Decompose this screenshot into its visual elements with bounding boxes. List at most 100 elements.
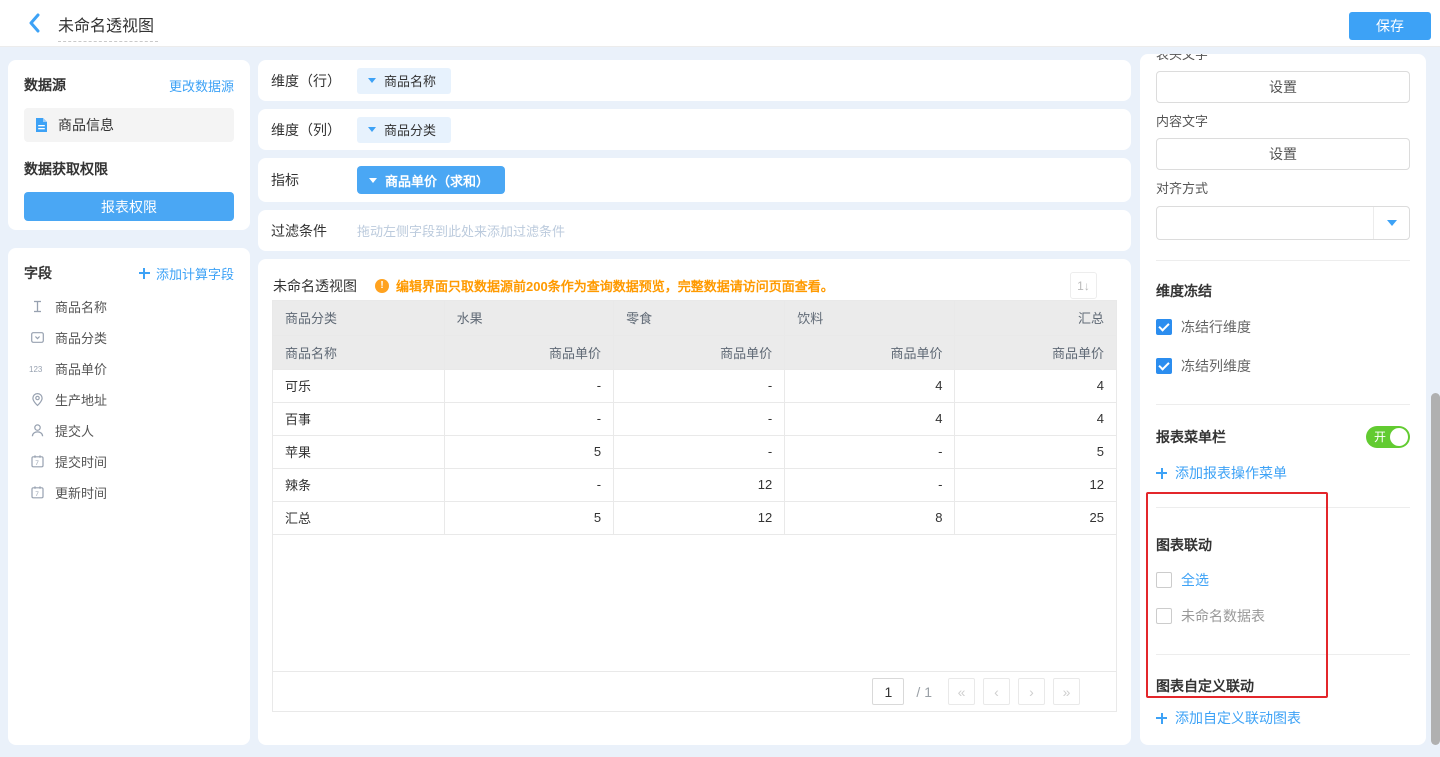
chevron-down-icon [368, 78, 376, 83]
report-menu-toggle[interactable]: 开 [1366, 426, 1410, 448]
freeze-row-checkbox-row[interactable]: 冻结行维度 [1156, 317, 1410, 337]
datasource-item[interactable]: 商品信息 [24, 108, 234, 142]
preview-title: 未命名透视图 [273, 276, 357, 296]
table-cell: 5 [444, 435, 613, 468]
table-cell: 5 [444, 501, 613, 534]
table-summary-row: 汇总 5 12 8 25 [273, 501, 1116, 534]
divider [1156, 654, 1410, 655]
column-header: 商品单价 [955, 335, 1116, 369]
metric-card: 指标 商品单价（求和） [258, 158, 1131, 202]
column-header: 商品单价 [444, 335, 613, 369]
calendar-icon: 7 [29, 485, 45, 501]
svg-text:7: 7 [35, 460, 39, 467]
freeze-section-title: 维度冻结 [1156, 281, 1410, 301]
table-row: 可乐 - - 4 4 [273, 369, 1116, 402]
field-item[interactable]: 提交人 [24, 415, 234, 446]
svg-text:7: 7 [35, 491, 39, 498]
plus-icon [1156, 468, 1167, 479]
permission-section-title: 数据获取权限 [24, 159, 234, 179]
calendar-icon: 7 [29, 454, 45, 470]
align-label: 对齐方式 [1156, 180, 1410, 198]
text-icon [29, 299, 45, 315]
checkbox-checked-icon[interactable] [1156, 319, 1172, 335]
checkbox-checked-icon[interactable] [1156, 358, 1172, 374]
field-item[interactable]: 商品名称 [24, 291, 234, 322]
checkbox-unchecked-icon[interactable] [1156, 608, 1172, 624]
field-item[interactable]: 生产地址 [24, 384, 234, 415]
row-order-icon[interactable]: 1↓ [1070, 272, 1097, 299]
table-cell: 百事 [273, 402, 444, 435]
row-dimension-chip[interactable]: 商品名称 [357, 68, 451, 94]
unnamed-table-checkbox-row[interactable]: 未命名数据表 [1156, 606, 1410, 626]
table-cell: 5 [955, 435, 1116, 468]
toggle-on-label: 开 [1374, 430, 1386, 444]
table-header-row: 商品分类 水果 零食 饮料 汇总 [273, 301, 1116, 335]
report-menu-section-title: 报表菜单栏 [1156, 427, 1226, 447]
row-dimension-card: 维度（行） 商品名称 [258, 60, 1131, 101]
column-header: 商品单价 [614, 335, 785, 369]
chevron-down-icon [368, 127, 376, 132]
pivot-table: 商品分类 水果 零食 饮料 汇总 商品名称 商品单价 商品单价 商品单价 商品单… [272, 300, 1117, 712]
col-dimension-card: 维度（列） 商品分类 [258, 109, 1131, 150]
page-title[interactable]: 未命名透视图 [58, 12, 158, 42]
pagination-bar: / 1 « ‹ › » [273, 671, 1116, 711]
column-header: 汇总 [955, 301, 1116, 335]
change-datasource-link[interactable]: 更改数据源 [169, 76, 234, 95]
table-cell: 8 [785, 501, 955, 534]
table-cell: 4 [955, 402, 1116, 435]
divider [1156, 260, 1410, 261]
header-text-settings-button[interactable]: 设置 [1156, 71, 1410, 103]
first-page-icon[interactable]: « [948, 678, 975, 705]
page-number-input[interactable] [872, 678, 904, 705]
freeze-col-checkbox-row[interactable]: 冻结列维度 [1156, 356, 1410, 376]
svg-text:123: 123 [29, 365, 43, 374]
table-cell: 苹果 [273, 435, 444, 468]
plus-icon [139, 268, 150, 279]
chart-linkage-section-title: 图表联动 [1156, 535, 1410, 555]
add-custom-linkage-link[interactable]: 添加自定义联动图表 [1156, 708, 1301, 728]
table-cell: - [614, 435, 785, 468]
table-cell: 12 [614, 501, 785, 534]
custom-linkage-section-title: 图表自定义联动 [1156, 676, 1410, 696]
field-item[interactable]: 7 更新时间 [24, 477, 234, 508]
table-cell: - [444, 369, 613, 402]
column-header: 零食 [614, 301, 785, 335]
save-button[interactable]: 保存 [1349, 12, 1431, 40]
next-page-icon[interactable]: › [1018, 678, 1045, 705]
warning-icon [375, 279, 389, 293]
table-cell: 4 [955, 369, 1116, 402]
back-icon[interactable] [27, 13, 41, 33]
column-header: 商品分类 [273, 301, 444, 335]
column-header: 饮料 [785, 301, 955, 335]
col-dimension-chip[interactable]: 商品分类 [357, 117, 451, 143]
field-item[interactable]: 商品分类 [24, 322, 234, 353]
fields-list: 商品名称 商品分类 123 商品单价 生产地址 提交人 7 提交时间 7 更新时… [24, 291, 234, 508]
table-cell: - [444, 402, 613, 435]
col-dimension-label: 维度（列） [271, 120, 357, 140]
field-item[interactable]: 7 提交时间 [24, 446, 234, 477]
add-report-menu-link[interactable]: 添加报表操作菜单 [1156, 463, 1287, 483]
add-calculated-field-link[interactable]: 添加计算字段 [139, 264, 234, 283]
checkbox-label[interactable]: 全选 [1181, 570, 1209, 590]
location-icon [29, 392, 45, 408]
content-text-settings-button[interactable]: 设置 [1156, 138, 1410, 170]
vertical-scrollbar[interactable] [1431, 393, 1440, 745]
checkbox-label: 未命名数据表 [1181, 606, 1265, 626]
field-item[interactable]: 123 商品单价 [24, 353, 234, 384]
filter-card[interactable]: 过滤条件 拖动左侧字段到此处来添加过滤条件 [258, 210, 1131, 251]
table-row: 百事 - - 4 4 [273, 402, 1116, 435]
prev-page-icon[interactable]: ‹ [983, 678, 1010, 705]
report-permission-button[interactable]: 报表权限 [24, 192, 234, 221]
fields-section-title: 字段 [24, 263, 52, 283]
select-all-checkbox-row[interactable]: 全选 [1156, 570, 1410, 590]
metric-chip[interactable]: 商品单价（求和） [357, 166, 505, 194]
checkbox-unchecked-icon[interactable] [1156, 572, 1172, 588]
table-cell: 12 [955, 468, 1116, 501]
last-page-icon[interactable]: » [1053, 678, 1080, 705]
metric-label: 指标 [271, 170, 357, 190]
align-select[interactable] [1156, 206, 1410, 240]
divider [1156, 507, 1410, 508]
row-dimension-label: 维度（行） [271, 71, 357, 91]
column-header: 水果 [444, 301, 613, 335]
preview-panel: 未命名透视图 编辑界面只取数据源前200条作为查询数据预览，完整数据请访问页面查… [258, 259, 1131, 745]
